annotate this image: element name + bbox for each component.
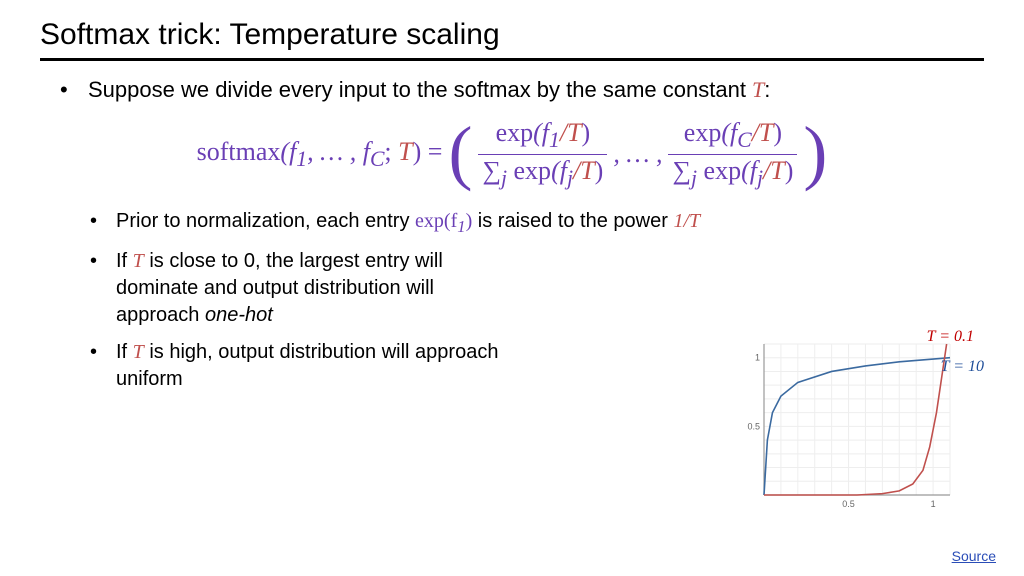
close: ) [595,156,604,185]
svg-text:1: 1 [931,499,936,509]
fn-exp: exp [704,156,742,185]
arg: (f [533,118,549,147]
var-T: T [133,341,144,363]
softmax-formula: softmax(f1, … , fC; T) = ( exp(f1/T) ∑j … [197,119,828,190]
sub: 1 [296,147,307,171]
slash-T: /T [560,118,582,147]
text: If [116,341,133,363]
chart-legend-red: T = 0.1 [927,328,974,346]
expr: exp(f1) [415,210,472,232]
sub-bullet-1: • Prior to normalization, each entry exp… [90,208,970,239]
sum-icon: ∑ [672,156,691,185]
text: Suppose we divide every input to the sof… [88,77,752,102]
close: ) [773,118,782,147]
bullet-text: If T is close to 0, the largest entry wi… [116,248,520,329]
text: is high, output distribution will approa… [116,341,498,390]
chart-legend-blue: T = 10 [941,358,984,376]
close: ) [785,156,794,185]
sub: 1 [457,217,465,236]
bullet-dot-icon: • [90,248,116,329]
source-link[interactable]: Source [952,548,996,564]
fraction-1: exp(f1/T) ∑j exp(fj/T) [478,119,607,190]
sub: 1 [549,128,560,152]
sub-bullet-2: • If T is close to 0, the largest entry … [90,248,520,329]
bullet-dot-icon: • [60,75,88,105]
chart-container: T = 0.1 T = 10 0.510.51 [736,338,966,513]
bullet-text: Suppose we divide every input to the sof… [88,75,770,105]
bullet-text: If T is high, output distribution will a… [116,339,520,393]
arg: (f [721,118,737,147]
slash-T: /T [573,156,595,185]
var-T: T [752,77,764,102]
sub: C [370,147,384,171]
temperature-chart: 0.5 1 0.5 1 [736,338,956,513]
text: is raised to the power [472,210,673,232]
bullet-text: Prior to normalization, each entry exp(f… [116,208,700,239]
sub: j [501,166,507,190]
bullet-main-1: • Suppose we divide every input to the s… [40,75,984,105]
slash-T: /T [763,156,785,185]
text: is close to 0, the largest entry will do… [116,250,443,326]
sub: j [691,166,697,190]
text: If [116,250,133,272]
dots: , … , [613,139,662,169]
text: : [764,77,770,102]
close: ) [582,118,591,147]
power: 1/T [673,210,700,232]
eq: ) = [413,137,443,166]
paren-right-icon: ) [803,131,827,174]
text: Prior to normalization, each entry [116,210,415,232]
fn-softmax: softmax [197,137,281,166]
fraction-2: exp(fC/T) ∑j exp(fj/T) [668,119,797,190]
var-T: T [133,250,144,272]
semi: ; [384,137,398,166]
slide: Softmax trick: Temperature scaling • Sup… [0,0,1024,576]
var-T: T [398,137,412,166]
svg-text:0.5: 0.5 [842,499,855,509]
args: , … , f [307,137,370,166]
bullet-dot-icon: • [90,339,116,393]
emph: one-hot [205,304,273,326]
fn-exp: exp [496,118,534,147]
formula-row: softmax(f1, … , fC; T) = ( exp(f1/T) ∑j … [40,119,984,190]
bullet-dot-icon: • [90,208,116,239]
sub: C [737,128,751,152]
sub-bullet-3: • If T is high, output distribution will… [90,339,520,393]
svg-text:0.5: 0.5 [747,421,760,431]
paren-left-icon: ( [448,131,472,174]
slide-title: Softmax trick: Temperature scaling [40,18,984,61]
args: (f [280,137,296,166]
arg: (f [741,156,757,185]
text: exp(f [415,210,457,232]
arg: (f [551,156,567,185]
fn-exp: exp [514,156,552,185]
slash-T: /T [752,118,774,147]
sum-icon: ∑ [482,156,501,185]
svg-text:1: 1 [755,353,760,363]
fn-exp: exp [684,118,722,147]
